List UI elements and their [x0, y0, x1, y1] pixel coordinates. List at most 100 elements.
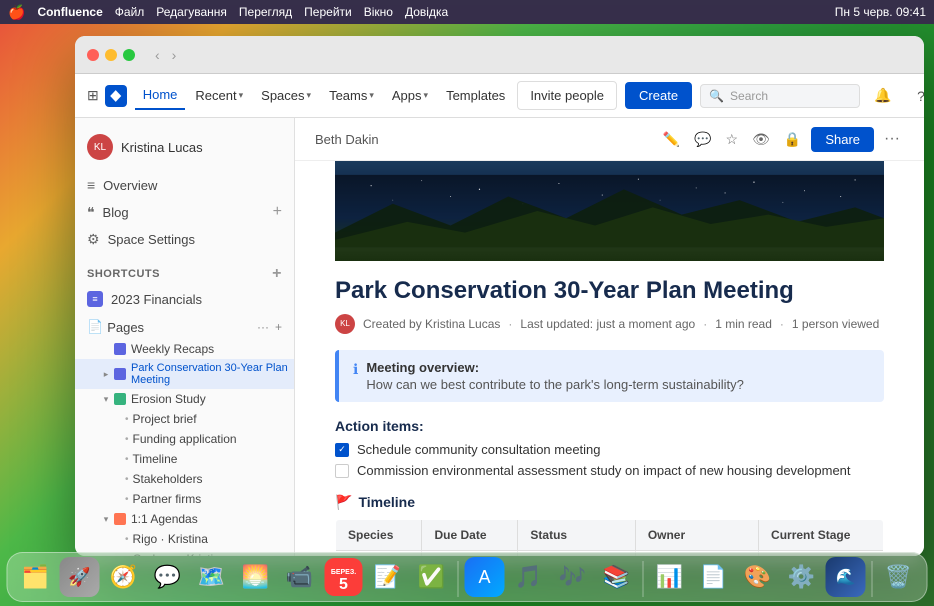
blog-add-icon[interactable]: +	[273, 203, 282, 221]
restrict-icon[interactable]: 🔒	[780, 127, 805, 152]
dock-trash[interactable]: 🗑️	[879, 557, 919, 597]
share-button[interactable]: Share	[811, 127, 874, 152]
create-button[interactable]: Create	[625, 82, 692, 109]
apple-menu[interactable]: 🍎	[8, 4, 25, 21]
tree-timeline[interactable]: • Timeline	[75, 449, 294, 469]
tree-toggle-icon	[111, 412, 125, 426]
nav-apps[interactable]: Apps▾	[384, 82, 436, 109]
sidebar-overview-label: Overview	[103, 178, 157, 193]
main-nav: Home Recent▾ Spaces▾ Teams▾ Apps▾ Templa…	[135, 81, 514, 110]
dock-pages[interactable]: 📄	[694, 557, 734, 597]
comment-icon[interactable]: 💬	[690, 127, 715, 152]
action-items-section: Action items: ✓ Schedule community consu…	[335, 418, 884, 478]
sidebar-space-settings[interactable]: ⚙ Space Settings	[75, 226, 294, 253]
dock-keynote[interactable]: 🎨	[738, 557, 778, 597]
menu-edit[interactable]: Редагування	[156, 5, 227, 19]
page-meta: KL Created by Kristina Lucas · Last upda…	[335, 314, 884, 334]
toolbar-right: Invite people Create 🔍 Search 🔔 ? ⚙️ KL	[517, 81, 924, 111]
pages-title: 📄 Pages	[87, 319, 144, 335]
tree-park-conservation[interactable]: ▸ Park Conservation 30-Year Plan Meeting	[75, 359, 294, 389]
dock-calendar[interactable]: БЕРЕЗ. 5	[324, 557, 364, 597]
star-icon[interactable]: ☆	[722, 127, 743, 152]
tree-label: Stakeholders	[133, 472, 203, 486]
more-options-button[interactable]: ···	[880, 126, 904, 152]
menu-window[interactable]: Вікно	[364, 5, 393, 19]
edit-icon[interactable]: ✏️	[659, 127, 684, 152]
dock-system-prefs[interactable]: ⚙️	[782, 557, 822, 597]
pages-more-icon[interactable]: ···	[257, 320, 269, 334]
tree-rigo-kristina[interactable]: • Rigo · Kristina	[75, 529, 294, 549]
tree-stakeholders[interactable]: • Stakeholders	[75, 469, 294, 489]
minimize-button[interactable]	[105, 49, 117, 61]
sidebar-overview[interactable]: ≡ Overview	[75, 172, 294, 198]
dock-numbers[interactable]: 📊	[650, 557, 690, 597]
menu-help[interactable]: Довідка	[405, 5, 448, 19]
tree-weekly-recaps[interactable]: Weekly Recaps	[75, 339, 294, 359]
view-icon[interactable]: 👁	[748, 127, 774, 152]
dock-music[interactable]: 🎵	[509, 557, 549, 597]
settings-icon: ⚙	[87, 231, 100, 248]
browser-chrome: ‹ ›	[75, 36, 924, 74]
dock-finder[interactable]: 🗂️	[16, 557, 56, 597]
dock-notes[interactable]: 📝	[368, 557, 408, 597]
dock-messages[interactable]: 💬	[148, 557, 188, 597]
dock-launchpad[interactable]: 🚀	[60, 557, 100, 597]
col-status: Status	[518, 519, 635, 550]
nav-recent[interactable]: Recent▾	[187, 82, 251, 109]
pages-header: 📄 Pages ··· +	[75, 311, 294, 339]
nav-teams[interactable]: Teams▾	[321, 82, 382, 109]
nav-spaces[interactable]: Spaces▾	[253, 82, 319, 109]
shortcuts-add-icon[interactable]: +	[272, 265, 282, 283]
tree-erosion-study[interactable]: ▾ Erosion Study	[75, 389, 294, 409]
shortcut-label: 2023 Financials	[111, 292, 202, 307]
tree-project-brief[interactable]: • Project brief	[75, 409, 294, 429]
hero-image	[335, 161, 884, 261]
read-time: 1 min read	[715, 317, 772, 331]
maximize-button[interactable]	[123, 49, 135, 61]
menubar-datetime: Пн 5 черв. 09:41	[835, 5, 926, 19]
sidebar: KL Kristina Lucas ≡ Overview ❝ Blog + ⚙ …	[75, 118, 295, 556]
checkbox-checked[interactable]: ✓	[335, 443, 349, 457]
notifications-button[interactable]: 🔔	[868, 81, 898, 111]
content-actions: ✏️ 💬 ☆ 👁 🔒 Share ···	[659, 126, 904, 152]
close-button[interactable]	[87, 49, 99, 61]
dock-apple-music[interactable]: 🎶	[553, 557, 593, 597]
invite-people-button[interactable]: Invite people	[517, 81, 617, 110]
dock-reminders[interactable]: ✅	[412, 557, 452, 597]
search-icon: 🔍	[709, 89, 724, 103]
tree-toggle-icon	[111, 432, 125, 446]
action-items-title: Action items:	[335, 418, 884, 434]
menu-file[interactable]: Файл	[115, 5, 145, 19]
confluence-logo[interactable]	[105, 85, 127, 107]
dock-divider-3	[872, 561, 873, 597]
dock-books[interactable]: 📚	[597, 557, 637, 597]
forward-button[interactable]: ›	[168, 45, 181, 65]
dock-appstore[interactable]: A	[465, 557, 505, 597]
help-button[interactable]: ?	[906, 81, 924, 111]
dock-photos[interactable]: 🌅	[236, 557, 276, 597]
dock-arc[interactable]: 🌊	[826, 557, 866, 597]
grid-icon[interactable]: ⊞	[87, 87, 99, 104]
action-item-0: ✓ Schedule community consultation meetin…	[335, 442, 884, 457]
tree-agendas[interactable]: ▾ 1:1 Agendas	[75, 509, 294, 529]
dock-maps[interactable]: 🗺️	[192, 557, 232, 597]
dock-facetime[interactable]: 📹	[280, 557, 320, 597]
app-name[interactable]: Confluence	[37, 5, 102, 19]
nav-templates[interactable]: Templates	[438, 82, 513, 109]
shortcut-financials[interactable]: ≡ 2023 Financials	[75, 287, 294, 311]
tree-partner-firms[interactable]: • Partner firms	[75, 489, 294, 509]
menu-go[interactable]: Перейти	[304, 5, 352, 19]
search-box[interactable]: 🔍 Search	[700, 84, 860, 108]
sidebar-blog[interactable]: ❝ Blog +	[75, 198, 294, 226]
author-avatar: KL	[335, 314, 355, 334]
dock-safari[interactable]: 🧭	[104, 557, 144, 597]
tree-funding[interactable]: • Funding application	[75, 429, 294, 449]
pages-add-icon[interactable]: +	[275, 320, 282, 334]
back-button[interactable]: ‹	[151, 45, 164, 65]
nav-home[interactable]: Home	[135, 81, 186, 110]
menu-view[interactable]: Перегляд	[239, 5, 292, 19]
checkbox-unchecked[interactable]	[335, 464, 349, 478]
page-file-icon	[113, 367, 127, 381]
tree-label: Timeline	[133, 452, 178, 466]
pages-actions: ··· +	[257, 320, 282, 334]
